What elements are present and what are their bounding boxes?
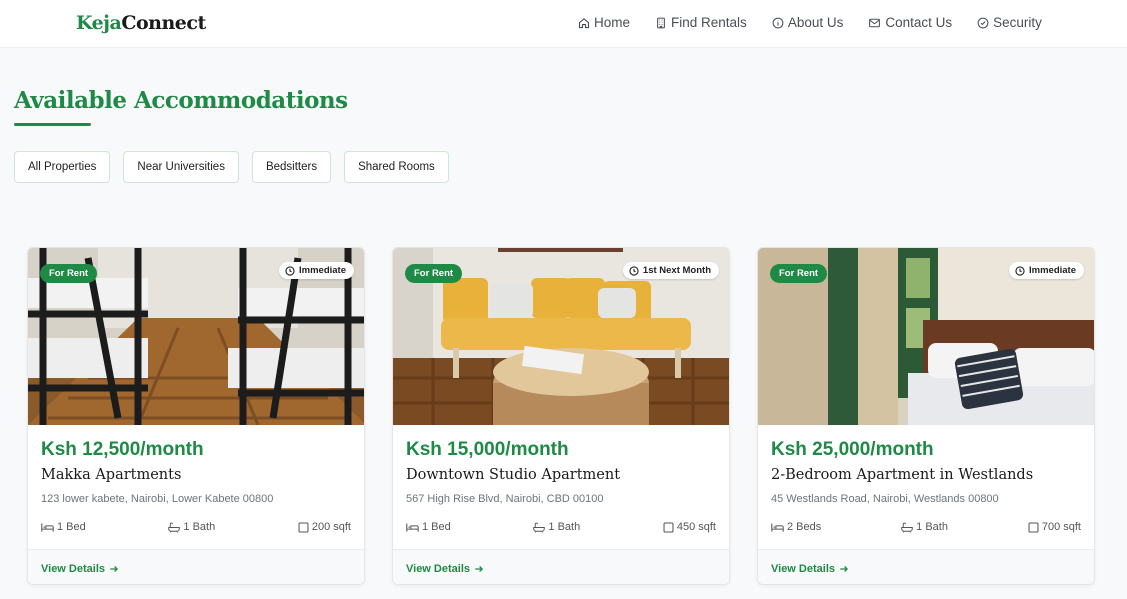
- view-details-link[interactable]: View Details: [41, 563, 119, 575]
- filter-near-universities[interactable]: Near Universities: [123, 151, 239, 183]
- beds-value: 2 Beds: [787, 521, 822, 533]
- listing-address: 567 High Rise Blvd, Nairobi, CBD 00100: [406, 493, 604, 505]
- baths-value: 1 Bath: [548, 521, 581, 533]
- nav-item-about-us[interactable]: About Us: [772, 15, 844, 30]
- bed-icon: [771, 522, 784, 532]
- availability-text: Immediate: [1029, 265, 1076, 276]
- baths-feature: 1 Bath: [901, 521, 948, 533]
- view-details-link[interactable]: View Details: [771, 563, 849, 575]
- nav-item-label: Find Rentals: [671, 15, 747, 30]
- nav-item-contact-us[interactable]: Contact Us: [868, 15, 952, 30]
- nav-item-label: Security: [993, 15, 1042, 30]
- shield-check-icon: [977, 17, 989, 28]
- envelope-icon: [869, 18, 881, 27]
- area-feature: 200 sqft: [298, 521, 351, 533]
- card-footer: View Details: [758, 549, 1094, 584]
- brand-logo[interactable]: KejaConnect: [76, 12, 206, 34]
- beds-feature: 2 Beds: [771, 521, 821, 533]
- listing-features: 1 Bed 1 Bath 450 sqft: [406, 521, 716, 533]
- info-icon: [772, 17, 784, 28]
- area-value: 450 sqft: [676, 521, 716, 533]
- baths-value: 1 Bath: [916, 521, 948, 533]
- listing-photo-bunk-room[interactable]: For Rent Immediate: [28, 248, 364, 425]
- for-rent-badge: For Rent: [405, 264, 463, 283]
- listing-features: 1 Bed 1 Bath 200 sqft: [41, 521, 351, 533]
- baths-feature: 1 Bath: [168, 521, 215, 533]
- brand-name-part2: Connect: [121, 12, 206, 34]
- page-title: Available Accommodations: [14, 87, 348, 114]
- listing-price: Ksh 12,500/month: [41, 439, 204, 460]
- clock-icon: [1015, 265, 1025, 276]
- availability-text: Immediate: [299, 265, 346, 276]
- listing-price: Ksh 25,000/month: [771, 439, 934, 460]
- area-square-icon: [663, 522, 674, 532]
- nav-item-label: Home: [594, 15, 631, 30]
- listing-features: 2 Beds 1 Bath 700 sqft: [771, 521, 1081, 533]
- nav-item-label: Contact Us: [885, 15, 953, 30]
- listing-price: Ksh 15,000/month: [406, 439, 569, 460]
- building-icon: [657, 17, 665, 28]
- area-square-icon: [1028, 522, 1039, 532]
- view-details-link[interactable]: View Details: [406, 563, 484, 575]
- listing-title[interactable]: Downtown Studio Apartment: [406, 467, 620, 483]
- beds-feature: 1 Bed: [41, 521, 86, 533]
- listing-address: 45 Westlands Road, Nairobi, Westlands 00…: [771, 493, 999, 505]
- baths-feature: 1 Bath: [533, 521, 580, 533]
- availability-badge: Immediate: [1009, 262, 1084, 279]
- arrow-right-icon: [840, 566, 849, 572]
- view-details-label: View Details: [771, 563, 835, 575]
- clock-icon: [285, 265, 295, 276]
- nav-item-security[interactable]: Security: [977, 15, 1042, 30]
- bath-icon: [168, 522, 181, 533]
- title-underline: [14, 123, 91, 126]
- beds-value: 1 Bed: [57, 521, 86, 533]
- listing-card[interactable]: For Rent 1st Next Month Ksh 15,000/month…: [392, 247, 730, 585]
- listing-photo-bedroom[interactable]: For Rent Immediate: [758, 248, 1094, 425]
- arrow-right-icon: [110, 566, 119, 572]
- availability-text: 1st Next Month: [642, 265, 711, 276]
- nav-item-label: About Us: [787, 15, 844, 30]
- area-square-icon: [298, 522, 309, 532]
- filter-all-properties[interactable]: All Properties: [14, 151, 111, 183]
- clock-icon: [629, 265, 639, 276]
- for-rent-badge: For Rent: [40, 264, 98, 283]
- main-nav: Home Find Rentals About Us Contact Us Se…: [578, 15, 1067, 30]
- availability-badge: Immediate: [279, 262, 354, 279]
- listing-title[interactable]: 2-Bedroom Apartment in Westlands: [771, 467, 1033, 483]
- beds-value: 1 Bed: [422, 521, 451, 533]
- card-footer: View Details: [28, 549, 364, 584]
- filter-bar: All Properties Near Universities Bedsitt…: [14, 151, 462, 183]
- brand-name-part1: Keja: [76, 12, 122, 34]
- navbar: KejaConnect Home Find Rentals About Us C…: [0, 0, 1127, 48]
- card-footer: View Details: [393, 549, 729, 584]
- area-feature: 700 sqft: [1028, 521, 1081, 533]
- for-rent-badge: For Rent: [770, 264, 828, 283]
- bath-icon: [533, 522, 546, 533]
- view-details-label: View Details: [406, 563, 470, 575]
- listing-card[interactable]: For Rent Immediate Ksh 25,000/month 2-Be…: [757, 247, 1095, 585]
- availability-badge: 1st Next Month: [622, 262, 719, 279]
- bed-icon: [41, 522, 54, 532]
- listing-address: 123 lower kabete, Nairobi, Lower Kabete …: [41, 493, 274, 505]
- bath-icon: [901, 522, 913, 533]
- listing-card[interactable]: For Rent Immediate Ksh 12,500/month Makk…: [27, 247, 365, 585]
- filter-shared-rooms[interactable]: Shared Rooms: [344, 151, 449, 183]
- home-icon: [578, 17, 590, 28]
- bed-icon: [406, 522, 419, 532]
- listing-photo-studio-lounge[interactable]: For Rent 1st Next Month: [393, 248, 729, 425]
- listing-title[interactable]: Makka Apartments: [41, 467, 181, 483]
- arrow-right-icon: [475, 566, 484, 572]
- view-details-label: View Details: [41, 563, 105, 575]
- baths-value: 1 Bath: [183, 521, 216, 533]
- nav-item-find-rentals[interactable]: Find Rentals: [655, 15, 747, 30]
- area-feature: 450 sqft: [663, 521, 716, 533]
- area-value: 700 sqft: [1041, 521, 1081, 533]
- filter-bedsitters[interactable]: Bedsitters: [251, 151, 332, 183]
- beds-feature: 1 Bed: [406, 521, 451, 533]
- nav-item-home[interactable]: Home: [578, 15, 630, 30]
- area-value: 200 sqft: [311, 521, 351, 533]
